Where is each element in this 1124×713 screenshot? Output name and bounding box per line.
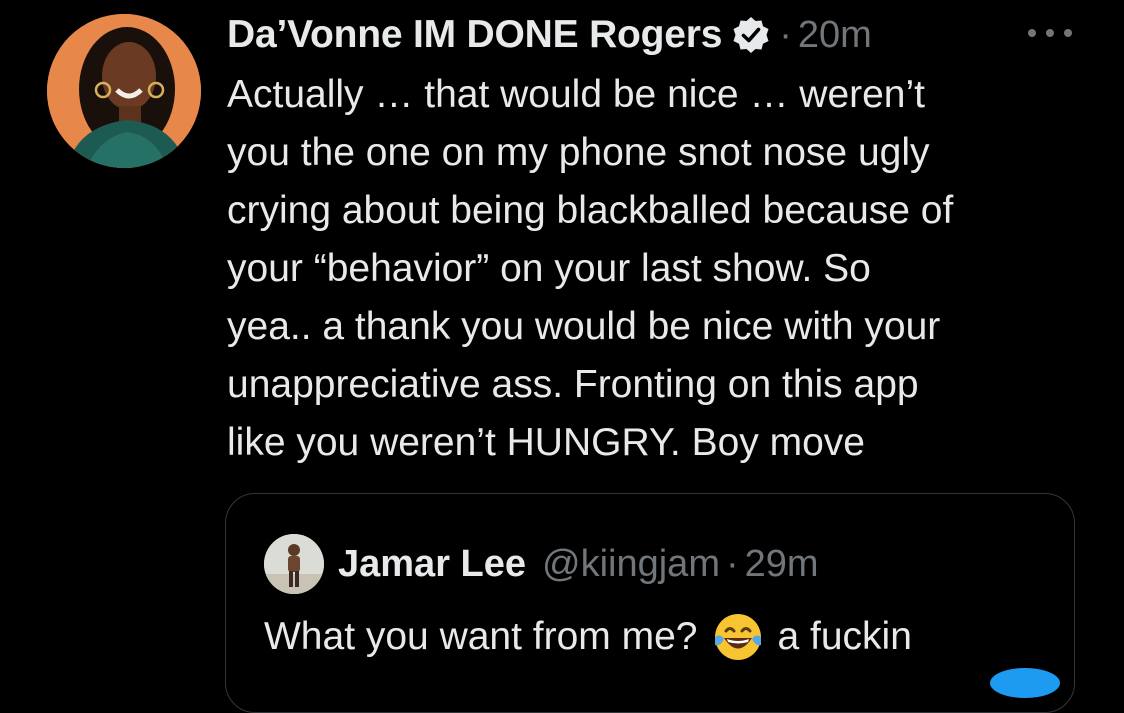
tweet-text: Actually … that would be nice … weren’t … [227,73,954,464]
tweet-timestamp[interactable]: 20m [798,14,872,57]
quoted-handle[interactable]: @kiingjam [542,543,720,586]
quoted-tweet-text: What you want from me? a fuckin [264,610,912,664]
more-dot [1064,29,1072,37]
more-dot [1028,29,1036,37]
tweet-header: Da’Vonne IM DONE Rogers · 20m [227,10,872,60]
more-dot [1046,29,1054,37]
quoted-tweet[interactable]: Jamar Lee @kiingjam · 29m What you want … [225,493,1075,713]
face-with-tears-of-joy-emoji-icon [712,611,764,663]
quoted-avatar-image [264,534,324,594]
quoted-display-name[interactable]: Jamar Lee [338,543,526,586]
author-avatar[interactable] [47,14,201,168]
more-options-icon[interactable] [1028,18,1072,48]
quoted-author-avatar[interactable] [264,534,324,594]
tweet[interactable]: Da’Vonne IM DONE Rogers · 20m Actually …… [0,0,1124,713]
quoted-timestamp[interactable]: 29m [745,543,819,586]
quoted-text-after-emoji: a fuckin [777,615,912,658]
separator-dot: · [725,542,739,585]
verified-badge-icon [731,15,771,55]
author-display-name[interactable]: Da’Vonne IM DONE Rogers [227,13,722,57]
quoted-tweet-header: Jamar Lee @kiingjam · 29m [338,538,819,590]
partial-blue-element [990,668,1060,698]
avatar-image [47,14,201,168]
separator-dot: · [779,13,792,56]
quoted-text-before-emoji: What you want from me? [264,615,698,658]
